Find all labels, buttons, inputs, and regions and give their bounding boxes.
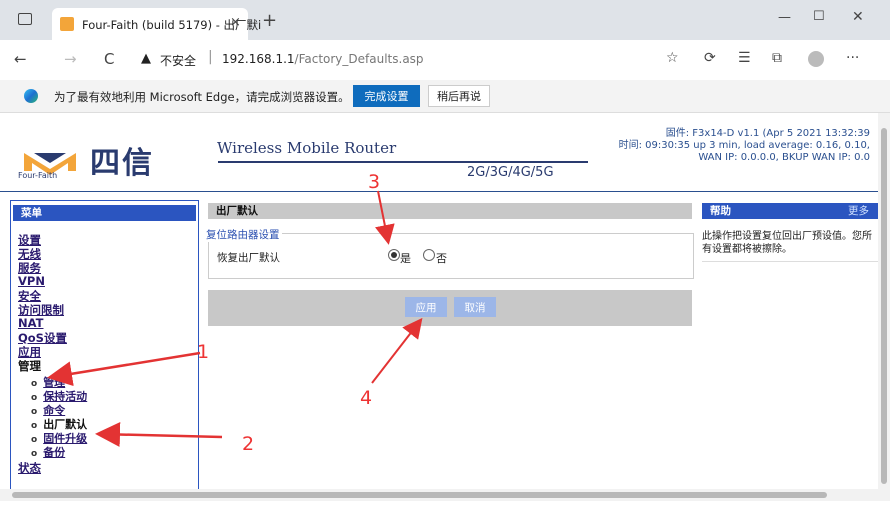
extensions-icon[interactable]: ⟳: [704, 50, 716, 66]
warning-icon[interactable]: ▲: [141, 51, 151, 66]
minimize-button[interactable]: —: [778, 10, 791, 25]
annotation-1: 1: [197, 341, 210, 363]
edge-setup-bar: 为了最有效地利用 Microsoft Edge，请完成浏览器设置。 完成设置 稍…: [0, 80, 890, 113]
vertical-scroll-thumb[interactable]: [881, 128, 887, 484]
favicon-icon: [60, 17, 74, 31]
edge-logo-icon: [24, 89, 38, 103]
address-bar: ← → C ▲ 不安全 | 192.168.1.1/Factory_Defaul…: [0, 40, 890, 81]
complete-setup-button[interactable]: 完成设置: [353, 85, 420, 107]
close-window-button[interactable]: ✕: [852, 9, 864, 25]
tab-bar: Four-Faith (build 5179) - 出厂默i × + — ☐ ✕: [0, 0, 890, 40]
window-bottom: [0, 501, 890, 516]
later-button[interactable]: 稍后再说: [428, 85, 490, 107]
favorite-add-icon[interactable]: ☆: [666, 50, 679, 66]
forward-button[interactable]: →: [64, 50, 77, 68]
router-page: Four-Faith 四信 Wireless Mobile Router 2G/…: [0, 113, 878, 489]
collections-icon[interactable]: ⧉: [772, 50, 782, 66]
arrow-2: [95, 421, 223, 447]
tab-actions-icon[interactable]: [18, 13, 32, 25]
edge-setup-message: 为了最有效地利用 Microsoft Edge，请完成浏览器设置。: [54, 90, 350, 104]
tab-close-icon[interactable]: ×: [230, 15, 241, 30]
annotation-2: 2: [242, 433, 255, 455]
arrow-4: [371, 317, 423, 384]
arrow-3: [375, 190, 395, 245]
profile-icon[interactable]: [808, 51, 824, 67]
more-icon[interactable]: ···: [846, 50, 859, 66]
url-path: /Factory_Defaults.asp: [294, 52, 424, 66]
annotation-arrows: [47, 190, 423, 447]
browser-tab[interactable]: Four-Faith (build 5179) - 出厂默i ×: [52, 8, 261, 40]
horizontal-scroll-thumb[interactable]: [12, 492, 827, 498]
back-button[interactable]: ←: [14, 50, 27, 68]
insecure-label[interactable]: 不安全: [160, 52, 196, 69]
maximize-button[interactable]: ☐: [813, 9, 825, 24]
url-separator: |: [208, 49, 213, 65]
url-host: 192.168.1.1: [222, 52, 295, 66]
reload-button[interactable]: C: [104, 50, 114, 68]
new-tab-button[interactable]: +: [262, 10, 277, 31]
annotation-3: 3: [368, 171, 381, 193]
favorites-icon[interactable]: ☰: [738, 50, 751, 66]
url-input[interactable]: 192.168.1.1/Factory_Defaults.asp: [222, 52, 424, 66]
arrow-1: [47, 351, 201, 387]
annotation-4: 4: [360, 387, 373, 409]
